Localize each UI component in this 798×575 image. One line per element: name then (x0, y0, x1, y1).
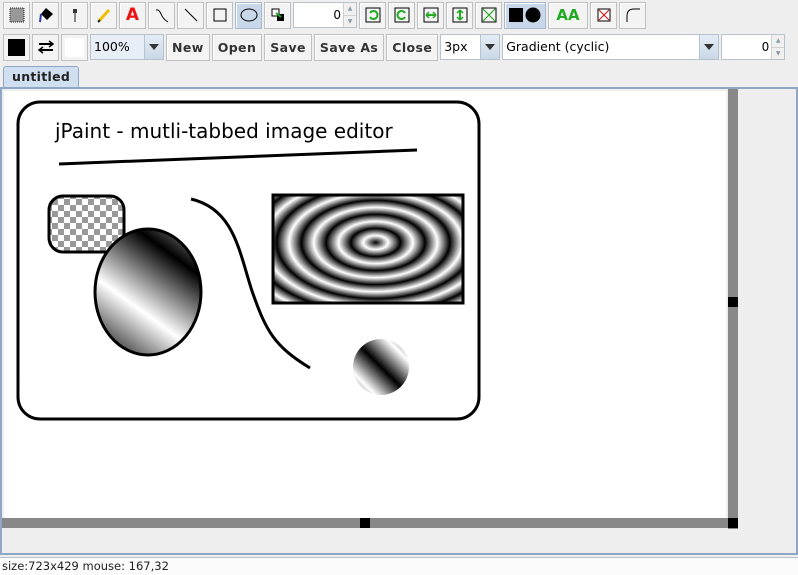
spinner-up-arrow[interactable]: ▲ (772, 35, 785, 47)
resize-icon (481, 7, 496, 23)
drawing-canvas[interactable]: jPaint - mutli-tabbed image editor (4, 91, 726, 518)
value-spinner[interactable]: 0 ▲ ▼ (721, 34, 786, 60)
rotation-spinner[interactable]: 0 ▲ ▼ (293, 2, 357, 28)
rotate-cw-icon (394, 7, 409, 23)
canvas-drawing: jPaint - mutli-tabbed image editor (16, 100, 481, 421)
line-icon (184, 8, 197, 22)
save-button[interactable]: Save (264, 33, 312, 61)
eyedropper-icon (72, 9, 77, 22)
swap-colors-button[interactable] (32, 33, 59, 61)
selection-icon (9, 7, 24, 23)
line-tool-button[interactable] (177, 1, 204, 29)
underline-stroke (58, 148, 418, 166)
pencil-tool-button[interactable] (90, 1, 117, 29)
tab-untitled[interactable]: untitled (3, 66, 79, 88)
tools-toolbar: A 0 ▲ ▼ AA (0, 0, 798, 30)
canvas-bottom-edge-resizer[interactable] (2, 518, 738, 528)
resize-handle-corner[interactable] (728, 518, 738, 528)
flip-horizontal-button[interactable] (417, 1, 444, 29)
fill-tool-button[interactable] (32, 1, 59, 29)
spinner-up-arrow[interactable]: ▲ (344, 3, 356, 15)
file-toolbar: 100% New Open Save Save As Close 3px Gra… (0, 32, 798, 62)
save-as-button[interactable]: Save As (313, 33, 385, 61)
flip-vertical-icon (452, 7, 467, 23)
chevron-down-icon[interactable] (144, 35, 163, 59)
resize-handle-right[interactable] (728, 297, 738, 307)
rectangle-icon (213, 8, 226, 22)
antialias-icon: AA (556, 6, 580, 24)
text-tool-button[interactable]: A (119, 1, 146, 29)
background-color-swatch (65, 37, 84, 57)
open-button[interactable]: Open (211, 33, 263, 61)
rounded-corner-button[interactable] (619, 1, 646, 29)
background-color-button[interactable] (61, 33, 88, 61)
zoom-select[interactable]: 100% (90, 34, 164, 60)
rounded-corner-icon (626, 8, 640, 22)
paint-mode-select[interactable]: Gradient (cyclic) (502, 34, 720, 60)
gradient-circle (353, 339, 409, 395)
fill-mode-icon (509, 7, 541, 23)
rotation-value[interactable]: 0 (294, 3, 343, 27)
status-bar: size:723x429 mouse: 167,32 (0, 557, 798, 575)
gradient-ellipse (93, 227, 203, 357)
close-button[interactable]: Close (386, 33, 439, 61)
layer-order-button[interactable] (264, 1, 291, 29)
spinner-down-arrow[interactable]: ▼ (772, 46, 785, 59)
resize-handle-bottom[interactable] (360, 518, 370, 528)
new-button[interactable]: New (166, 33, 210, 61)
resize-button[interactable] (475, 1, 502, 29)
stroke-width-select[interactable]: 3px (440, 34, 501, 60)
eyedropper-tool-button[interactable] (61, 1, 88, 29)
select-tool-button[interactable] (3, 1, 30, 29)
paint-bucket-icon (38, 8, 53, 23)
canvas-right-edge-resizer[interactable] (728, 89, 738, 529)
foreground-color-button[interactable] (3, 33, 30, 61)
tab-panel: jPaint - mutli-tabbed image editor (0, 87, 798, 555)
curve-tool-button[interactable] (148, 1, 175, 29)
clear-icon (597, 8, 610, 22)
flip-vertical-button[interactable] (446, 1, 473, 29)
tab-strip: untitled (0, 62, 798, 88)
zoom-value: 100% (91, 35, 144, 59)
pencil-icon (96, 8, 110, 23)
spinner-down-arrow[interactable]: ▼ (344, 14, 356, 27)
ellipse-icon (240, 8, 257, 22)
rotate-ccw-button[interactable] (359, 1, 386, 29)
stroke-width-value: 3px (444, 39, 468, 54)
curve-icon (155, 9, 168, 23)
rotate-cw-button[interactable] (388, 1, 415, 29)
chevron-down-icon[interactable] (699, 35, 719, 59)
text-icon: A (125, 5, 140, 25)
radial-gradient-rect (271, 193, 465, 305)
rotate-ccw-icon (365, 7, 380, 23)
chevron-down-icon[interactable] (480, 35, 500, 59)
canvas-title-text: jPaint - mutli-tabbed image editor (54, 119, 393, 143)
swap-arrows-icon (37, 40, 54, 54)
clear-button[interactable] (590, 1, 617, 29)
ellipse-tool-button[interactable] (235, 1, 262, 29)
paint-mode-value: Gradient (cyclic) (506, 39, 610, 54)
foreground-color-swatch (8, 38, 25, 56)
bring-front-icon (271, 8, 284, 21)
spinner-value[interactable]: 0 (722, 35, 771, 59)
antialias-button[interactable]: AA (548, 1, 588, 29)
rectangle-tool-button[interactable] (206, 1, 233, 29)
fill-mode-button[interactable] (504, 1, 546, 29)
flip-horizontal-icon (423, 7, 438, 23)
